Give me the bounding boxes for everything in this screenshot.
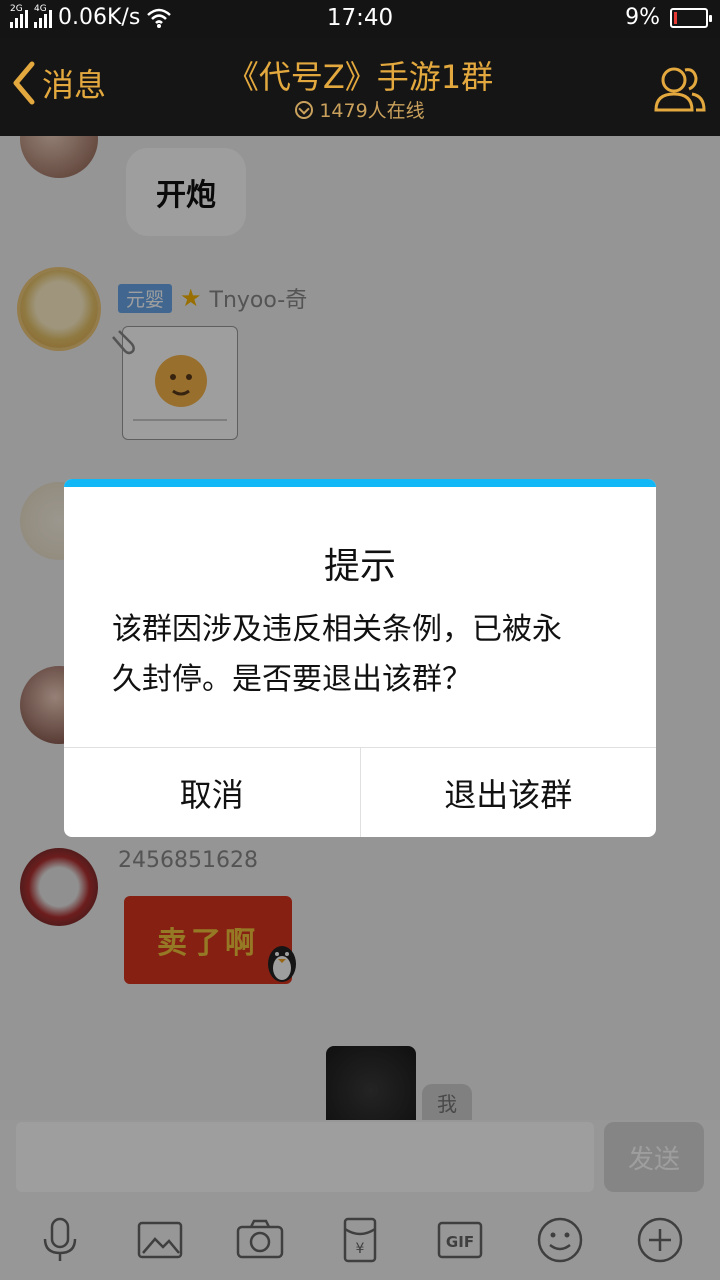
chevron-down-circle-icon — [295, 100, 314, 119]
dialog-buttons: 取消 退出该群 — [64, 747, 656, 837]
dialog-message-line-1: 该群因涉及违反相关条例，已被永 — [112, 612, 562, 647]
online-count[interactable]: 1479人在线 — [0, 96, 720, 123]
battery-percent: 9% — [625, 5, 660, 30]
online-count-text: 1479人在线 — [319, 100, 425, 122]
group-members-icon[interactable] — [652, 60, 708, 116]
group-title[interactable]: 《代号Z》手游1群 — [0, 52, 720, 98]
dialog-message-line-2: 久封停。是否要退出该群？ — [112, 662, 472, 697]
dialog-accent-bar — [64, 479, 656, 487]
status-bar: 2G 4G 0.06K/s 17:40 9% — [0, 0, 720, 38]
exit-group-button[interactable]: 退出该群 — [359, 748, 657, 837]
clock: 17:40 — [326, 5, 394, 31]
alert-dialog: 提示 该群因涉及违反相关条例，已被永 久封停。是否要退出该群？ 取消 退出该群 — [64, 479, 656, 837]
status-right: 9% — [625, 5, 712, 30]
dialog-message: 该群因涉及违反相关条例，已被永 久封停。是否要退出该群？ — [112, 605, 608, 705]
battery-icon — [670, 7, 712, 28]
chat-header: 消息 《代号Z》手游1群 1479人在线 — [0, 38, 720, 136]
dialog-title: 提示 — [323, 546, 396, 587]
battery-fill — [674, 11, 677, 24]
cancel-button[interactable]: 取消 — [64, 748, 360, 837]
